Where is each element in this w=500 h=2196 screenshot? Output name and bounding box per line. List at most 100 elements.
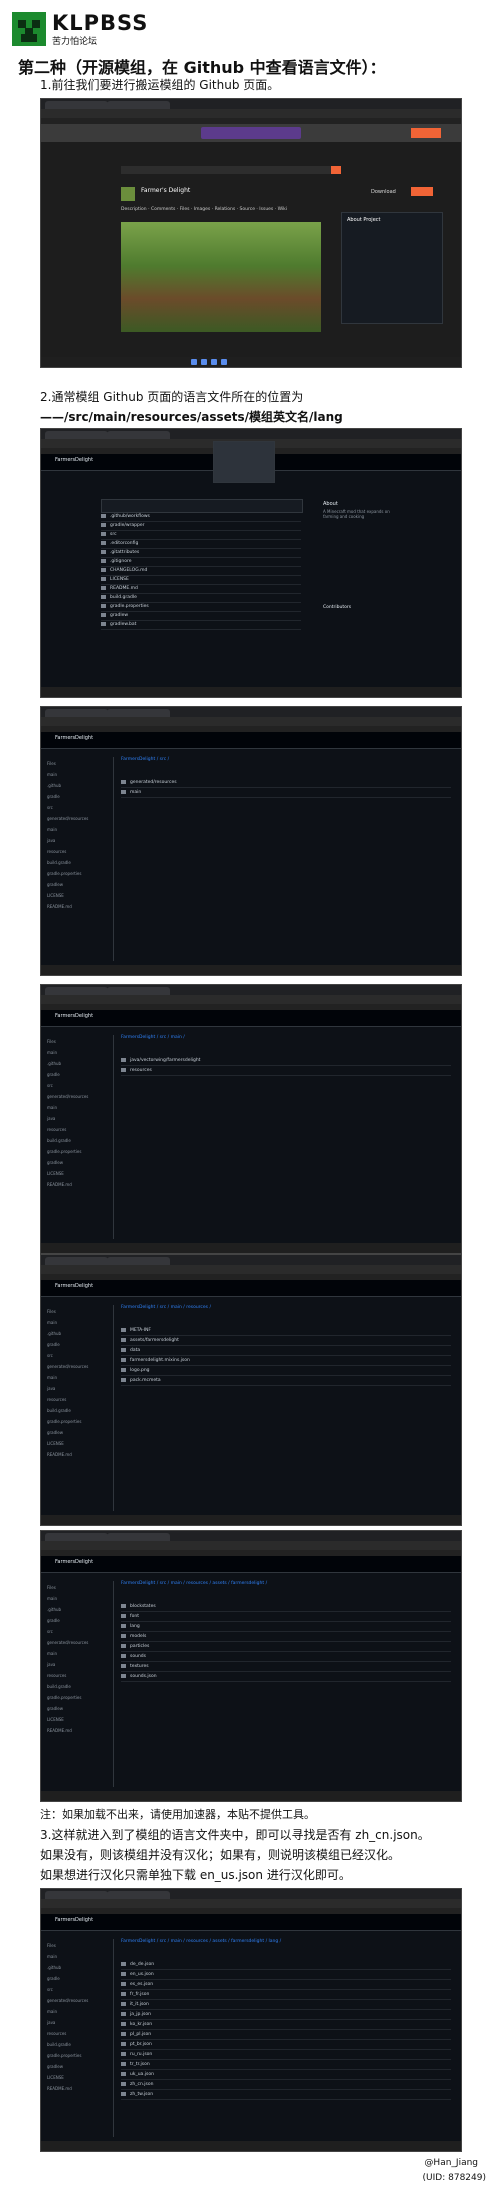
file-row[interactable]: pt_br.json [121,2041,451,2050]
file-row[interactable]: build.gradle [101,594,301,603]
repo-name[interactable]: FarmersDelight [55,1559,93,1565]
sidebar-tree-item[interactable]: resources [47,1397,66,1402]
sidebar-tree-item[interactable]: main [47,1651,57,1656]
file-row[interactable]: de_de.json [121,1961,451,1970]
file-row[interactable]: CHANGELOG.md [101,567,301,576]
sidebar-tree-item[interactable]: Files [47,1309,56,1314]
sidebar-tree-item[interactable]: gradle [47,1072,60,1077]
sidebar-tree-item[interactable]: gradle [47,794,60,799]
sidebar-tree-item[interactable]: main [47,1375,57,1380]
sidebar-tree-item[interactable]: build.gradle [47,1138,71,1143]
sidebar-tree-item[interactable]: gradle [47,1976,60,1981]
sidebar-tree-item[interactable]: resources [47,1127,66,1132]
breadcrumb[interactable]: FarmersDelight / src / main / resources … [121,1305,211,1310]
file-row[interactable]: META-INF [121,1327,451,1336]
file-row[interactable]: ja_jp.json [121,2011,451,2020]
sidebar-tree-item[interactable]: README.md [47,1452,72,1457]
file-row[interactable]: sounds [121,1653,451,1662]
file-row[interactable]: models [121,1633,451,1642]
file-row[interactable]: es_es.json [121,1981,451,1990]
file-row[interactable]: textures [121,1663,451,1672]
sidebar-tree-item[interactable]: Files [47,1039,56,1044]
sidebar-tree-item[interactable]: .github [47,1061,61,1066]
sidebar-tree-item[interactable]: generated/resources [47,1094,88,1099]
sidebar-tree-item[interactable]: gradle.properties [47,1695,81,1700]
sidebar-tree-item[interactable]: main [47,772,57,777]
file-row[interactable]: gradle/wrapper [101,522,301,531]
file-row[interactable]: resources [121,1067,451,1076]
sidebar-tree-item[interactable]: src [47,1083,53,1088]
breadcrumb[interactable]: FarmersDelight / src / [121,757,169,762]
sidebar-tree-item[interactable]: gradle.properties [47,871,81,876]
sidebar-tree-item[interactable]: Files [47,1943,56,1948]
sidebar-tree-item[interactable]: java [47,1116,55,1121]
file-row[interactable]: .gitignore [101,558,301,567]
sidebar-tree-item[interactable]: gradlew [47,1706,63,1711]
sidebar-tree-item[interactable]: java [47,1386,55,1391]
sidebar-tree-item[interactable]: main [47,1105,57,1110]
file-row[interactable]: ko_kr.json [121,2021,451,2030]
sidebar-tree-item[interactable]: resources [47,2031,66,2036]
repo-name[interactable]: FarmersDelight [55,1283,93,1289]
file-row[interactable]: README.md [101,585,301,594]
file-row[interactable]: zh_cn.json [121,2081,451,2090]
sidebar-tree-item[interactable]: gradlew [47,2064,63,2069]
sidebar-tree-item[interactable]: LICENSE [47,1171,64,1176]
sidebar-tree-item[interactable]: .github [47,1607,61,1612]
file-row[interactable]: main [121,789,451,798]
sidebar-tree-item[interactable]: .github [47,1965,61,1970]
sidebar-tree-item[interactable]: gradle.properties [47,2053,81,2058]
sidebar-tree-item[interactable]: .github [47,783,61,788]
sidebar-tree-item[interactable]: build.gradle [47,2042,71,2047]
file-row[interactable]: gradlew [101,612,301,621]
file-row[interactable]: logo.png [121,1367,451,1376]
sidebar-tree-item[interactable]: build.gradle [47,1408,71,1413]
file-row[interactable]: gradle.properties [101,603,301,612]
sidebar-tree-item[interactable]: main [47,1050,57,1055]
sidebar-tree-item[interactable]: gradlew [47,1430,63,1435]
file-row[interactable]: LICENSE [101,576,301,585]
sidebar-tree-item[interactable]: src [47,1629,53,1634]
file-row[interactable]: en_us.json [121,1971,451,1980]
file-row[interactable]: generated/resources [121,779,451,788]
file-row[interactable]: gradlew.bat [101,621,301,630]
repo-name[interactable]: FarmersDelight [55,1917,93,1923]
sidebar-tree-item[interactable]: Files [47,761,56,766]
sidebar-tree-item[interactable]: java [47,1662,55,1667]
sidebar-tree-item[interactable]: README.md [47,904,72,909]
sidebar-tree-item[interactable]: build.gradle [47,860,71,865]
curse-tabs[interactable]: Description · Comments · Files · Images … [121,207,287,212]
sidebar-tree-item[interactable]: README.md [47,1182,72,1187]
sidebar-tree-item[interactable]: main [47,2009,57,2014]
sidebar-tree-item[interactable]: src [47,805,53,810]
sidebar-tree-item[interactable]: generated/resources [47,816,88,821]
file-row[interactable]: blockstates [121,1603,451,1612]
sidebar-tree-item[interactable]: java [47,2020,55,2025]
file-row[interactable]: .gitattributes [101,549,301,558]
sidebar-tree-item[interactable]: generated/resources [47,1640,88,1645]
repo-name[interactable]: FarmersDelight [55,457,93,463]
sidebar-tree-item[interactable]: main [47,1320,57,1325]
download-button[interactable]: Download [371,189,396,195]
sidebar-tree-item[interactable]: README.md [47,1728,72,1733]
sidebar-tree-item[interactable]: main [47,1596,57,1601]
sidebar-tree-item[interactable]: generated/resources [47,1364,88,1369]
file-row[interactable]: tr_tr.json [121,2061,451,2070]
file-row[interactable]: uk_ua.json [121,2071,451,2080]
file-row[interactable]: it_it.json [121,2001,451,2010]
breadcrumb[interactable]: FarmersDelight / src / main / resources … [121,1581,267,1586]
sidebar-tree-item[interactable]: java [47,838,55,843]
file-row[interactable]: fr_fr.json [121,1991,451,2000]
file-row[interactable]: .editorconfig [101,540,301,549]
file-row[interactable]: zh_tw.json [121,2091,451,2100]
sidebar-tree-item[interactable]: gradlew [47,1160,63,1165]
sidebar-tree-item[interactable]: .github [47,1331,61,1336]
breadcrumb[interactable]: FarmersDelight / src / main / [121,1035,185,1040]
file-row[interactable]: data [121,1347,451,1356]
file-row[interactable]: lang [121,1623,451,1632]
repo-name[interactable]: FarmersDelight [55,735,93,741]
sidebar-tree-item[interactable]: resources [47,849,66,854]
sidebar-tree-item[interactable]: LICENSE [47,1441,64,1446]
sidebar-tree-item[interactable]: gradle [47,1618,60,1623]
sidebar-tree-item[interactable]: Files [47,1585,56,1590]
